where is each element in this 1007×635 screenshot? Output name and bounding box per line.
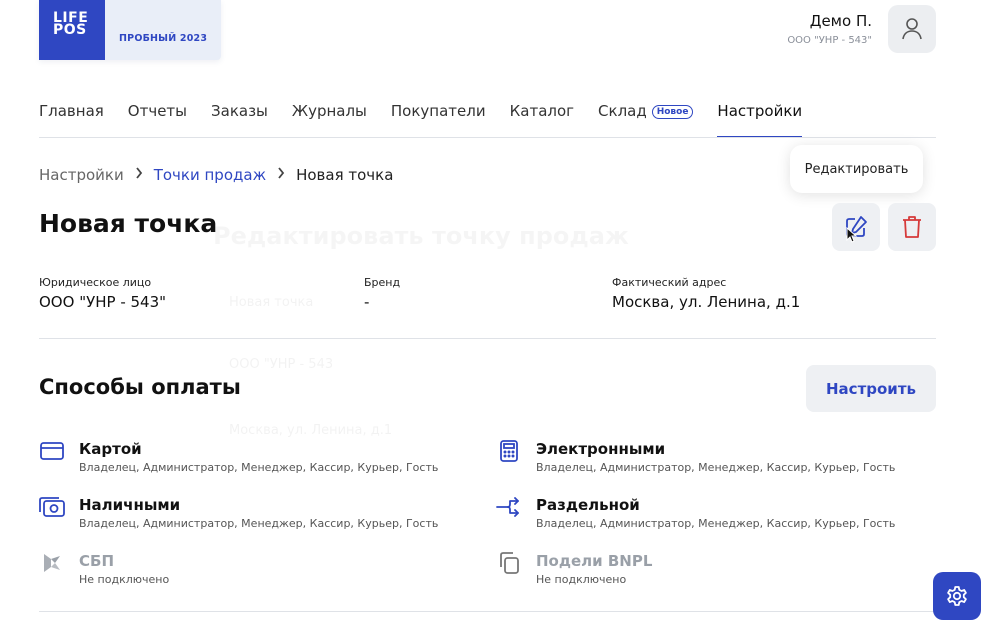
nav-customers[interactable]: Покупатели [391, 101, 486, 138]
ghost-name-field: Новая точка [229, 295, 314, 310]
details-divider [39, 338, 936, 339]
payment-method-card[interactable]: Картой Владелец, Администратор, Менеджер… [39, 440, 479, 480]
payment-method-split[interactable]: Раздельной Владелец, Администратор, Мене… [496, 496, 936, 536]
payment-method-roles: Владелец, Администратор, Менеджер, Касси… [79, 517, 439, 530]
new-badge: Новое [651, 105, 694, 119]
payment-methods-title: Способы оплаты [39, 375, 241, 399]
page-title: Новая точка [39, 209, 218, 238]
cursor-icon [846, 227, 858, 243]
card-icon [39, 440, 65, 462]
nav-warehouse-label: Склад [598, 102, 647, 120]
trial-label: ПРОБНЫЙ 2023 [119, 33, 208, 44]
gear-icon [947, 586, 967, 606]
payment-method-name: Подели BNPL [536, 552, 653, 570]
edit-button[interactable] [832, 203, 880, 251]
payment-method-roles: Владелец, Администратор, Менеджер, Касси… [536, 517, 896, 530]
payment-method-sbp[interactable]: СБП Не подключено [39, 552, 479, 592]
nav-reports-label: Отчеты [127, 102, 188, 120]
nav-orders-label: Заказы [211, 102, 268, 120]
nav-orders[interactable]: Заказы [211, 101, 268, 138]
bnpl-icon [496, 552, 522, 574]
payments-divider [39, 611, 936, 612]
logo-card[interactable]: LIFE POS ПРОБНЫЙ 2023 [39, 0, 221, 60]
sbp-icon [39, 552, 65, 574]
chevron-right-icon [277, 167, 285, 183]
cash-icon [39, 496, 65, 518]
ghost-address-field: Москва, ул. Ленина, д.1 [229, 423, 393, 438]
payment-method-bnpl[interactable]: Подели BNPL Не подключено [496, 552, 936, 592]
breadcrumb-current: Новая точка [296, 166, 394, 184]
edit-tooltip: Редактировать [790, 145, 923, 193]
payment-method-status: Не подключено [79, 573, 170, 586]
split-icon [496, 496, 522, 518]
payment-method-roles: Владелец, Администратор, Менеджер, Касси… [536, 461, 896, 474]
nav-journals-label: Журналы [291, 102, 367, 120]
calculator-icon [496, 440, 522, 462]
legal-entity-label: Юридическое лицо [39, 276, 152, 289]
delete-button[interactable] [888, 203, 936, 251]
chevron-right-icon [135, 167, 143, 183]
nav-catalog[interactable]: Каталог [510, 101, 574, 138]
nav-catalog-label: Каталог [509, 102, 575, 120]
payment-method-name: Наличными [79, 496, 181, 514]
tooltip-text: Редактировать [804, 161, 909, 177]
main-nav: Главная Отчеты Заказы Журналы Покупатели… [39, 101, 826, 138]
payment-method-roles: Владелец, Администратор, Менеджер, Касси… [79, 461, 439, 474]
logo: LIFE POS [39, 0, 105, 60]
brand-value: - [364, 293, 370, 311]
payment-method-name: Картой [79, 440, 142, 458]
address-value: Москва, ул. Ленина, д.1 [612, 293, 801, 311]
settings-fab[interactable] [933, 572, 981, 620]
brand-label: Бренд [364, 276, 401, 289]
user-name[interactable]: Демо П. [810, 12, 872, 30]
breadcrumb: Настройки Точки продаж Новая точка [39, 166, 393, 184]
breadcrumb-settings[interactable]: Настройки [39, 166, 124, 184]
configure-button-label: Настроить [826, 379, 916, 398]
nav-settings[interactable]: Настройки [717, 101, 802, 138]
address-label: Фактический адрес [612, 276, 727, 289]
avatar[interactable] [888, 5, 936, 53]
ghost-modal-title: Редактировать точку продаж [213, 222, 629, 250]
nav-settings-label: Настройки [717, 102, 803, 120]
ghost-legal-field: ООО "УНР - 543 [229, 357, 334, 372]
nav-divider [39, 137, 936, 138]
trash-icon [903, 216, 921, 238]
legal-entity-value: ООО "УНР - 543" [39, 293, 167, 311]
configure-button[interactable]: Настроить [806, 365, 936, 412]
nav-customers-label: Покупатели [390, 102, 486, 120]
nav-warehouse[interactable]: Склад Новое [598, 101, 694, 138]
payment-method-name: Раздельной [536, 496, 640, 514]
payment-method-name: Электронными [536, 440, 666, 458]
nav-reports[interactable]: Отчеты [128, 101, 187, 138]
nav-home-label: Главная [39, 102, 104, 120]
nav-home[interactable]: Главная [39, 101, 104, 138]
user-icon [902, 18, 922, 40]
payment-method-electronic[interactable]: Электронными Владелец, Администратор, Ме… [496, 440, 936, 480]
user-org: ООО "УНР - 543" [787, 35, 872, 46]
breadcrumb-points-of-sale[interactable]: Точки продаж [154, 166, 266, 184]
payment-method-name: СБП [79, 552, 114, 570]
logo-line-2: POS [53, 22, 87, 38]
payment-method-status: Не подключено [536, 573, 627, 586]
payment-method-cash[interactable]: Наличными Владелец, Администратор, Менед… [39, 496, 479, 536]
nav-journals[interactable]: Журналы [292, 101, 367, 138]
